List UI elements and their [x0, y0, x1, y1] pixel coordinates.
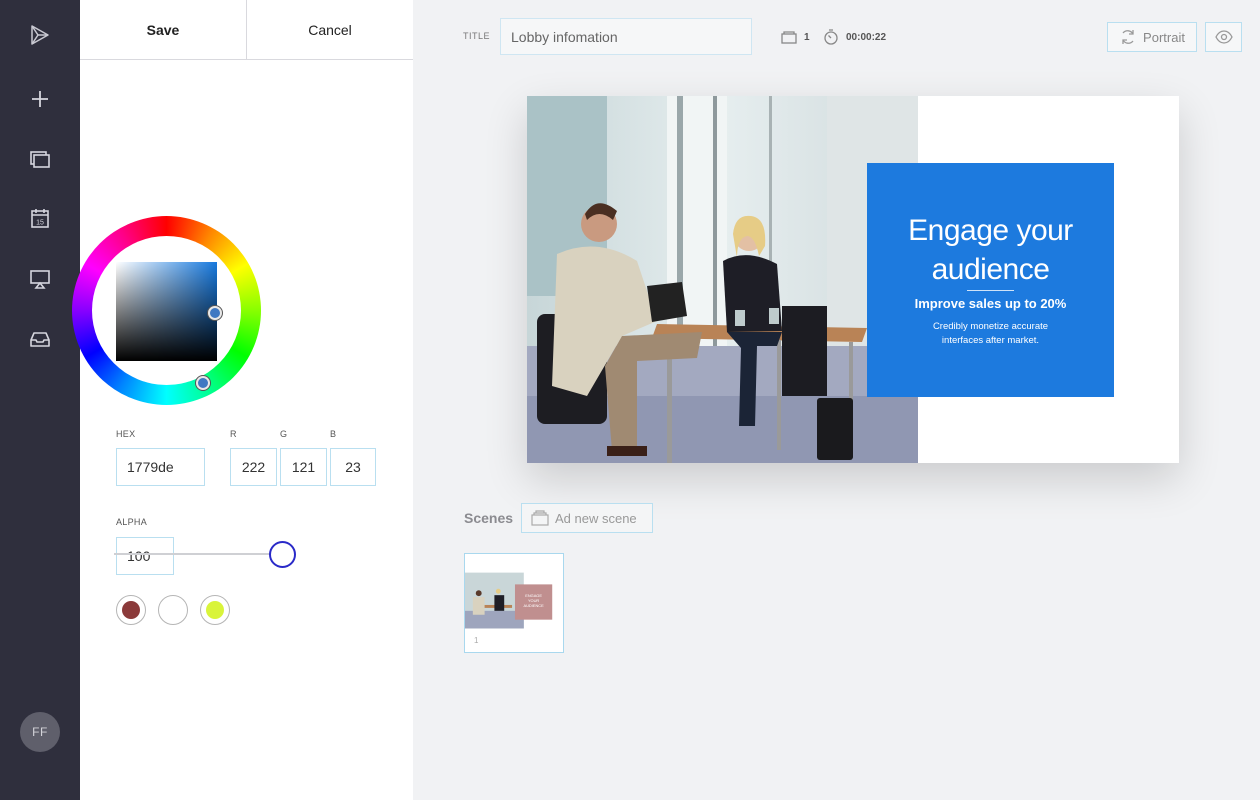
cancel-button[interactable]: Cancel: [247, 0, 413, 59]
duration-value: 00:00:22: [846, 31, 887, 43]
card-body: Credibly monetize accurate interfaces af…: [932, 321, 1049, 346]
presentation-icon[interactable]: [20, 259, 60, 299]
avatar[interactable]: FF: [20, 712, 60, 752]
svg-text:AUDIENCE: AUDIENCE: [524, 603, 545, 608]
alpha-label: ALPHA: [116, 517, 148, 527]
calendar-icon[interactable]: 15: [20, 199, 60, 239]
b-input[interactable]: 23: [330, 448, 376, 486]
stack-icon: [531, 510, 549, 526]
card-subheadline: Improve sales up to 20%: [914, 296, 1067, 311]
alpha-slider-handle[interactable]: [269, 541, 296, 568]
hex-input[interactable]: 1779de: [116, 448, 205, 486]
add-scene-button[interactable]: Ad new scene: [521, 503, 653, 533]
rotate-icon: [1122, 30, 1134, 44]
timer-icon: [824, 29, 838, 45]
card-divider: [967, 290, 1014, 291]
swatch-lime[interactable]: [200, 595, 230, 625]
add-scene-label: Ad new scene: [555, 510, 637, 526]
duration: 00:00:22: [822, 28, 886, 46]
swatch-red[interactable]: [116, 595, 146, 625]
svg-text:15: 15: [36, 220, 44, 227]
b-label: B: [330, 429, 337, 439]
r-input[interactable]: 222: [230, 448, 277, 486]
scene-thumbnail-preview: ENGAGE YOUR AUDIENCE: [465, 572, 562, 629]
logo-icon[interactable]: [20, 15, 60, 55]
orientation-label: Portrait: [1143, 29, 1185, 45]
title-input[interactable]: Lobby infomation: [500, 18, 752, 55]
saturation-picker-handle[interactable]: [208, 306, 222, 320]
swatch-white[interactable]: [158, 595, 188, 625]
color-picker-panel: Save Cancel: [80, 0, 413, 800]
g-input[interactable]: 121: [280, 448, 327, 486]
office-meeting-photo: [527, 96, 918, 463]
inbox-icon[interactable]: [20, 319, 60, 359]
saturation-value-square[interactable]: [116, 262, 217, 361]
card-headline: Engage your audience: [908, 214, 1073, 286]
left-nav: 15 FF: [0, 0, 80, 800]
r-label: R: [230, 429, 237, 439]
preview-button[interactable]: [1205, 22, 1242, 52]
scene-number: 1: [474, 636, 479, 645]
scene-count-value: 1: [804, 31, 810, 43]
stack-icon: [781, 31, 797, 44]
hue-picker-handle[interactable]: [196, 376, 210, 390]
hex-label: HEX: [116, 429, 136, 439]
scene-thumbnail[interactable]: ENGAGE YOUR AUDIENCE 1: [464, 553, 564, 653]
title-label: TITLE: [463, 31, 491, 41]
eye-icon: [1214, 30, 1233, 44]
scene-count: 1: [780, 28, 810, 46]
orientation-button[interactable]: Portrait: [1107, 22, 1197, 52]
plus-icon[interactable]: [20, 79, 60, 119]
g-label: G: [280, 429, 288, 439]
layers-icon[interactable]: [20, 139, 60, 179]
panel-actions: Save Cancel: [80, 0, 413, 60]
headline-card[interactable]: Engage your audience Improve sales up to…: [867, 163, 1114, 397]
alpha-input[interactable]: 100: [116, 537, 174, 575]
slide-canvas[interactable]: Engage your audience Improve sales up to…: [527, 96, 1179, 463]
alpha-slider-track[interactable]: [114, 553, 282, 555]
save-button[interactable]: Save: [80, 0, 247, 59]
scenes-label: Scenes: [464, 510, 514, 526]
